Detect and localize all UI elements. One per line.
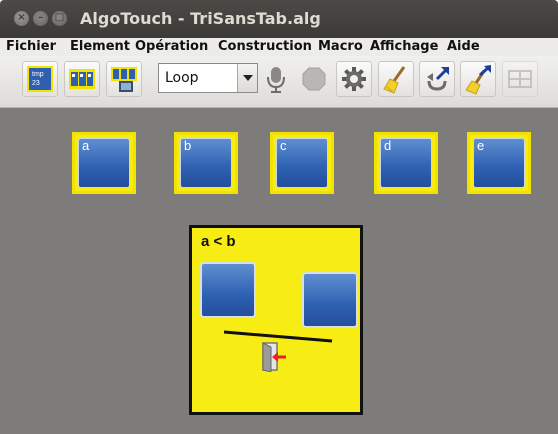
- new-variable-icon: tmp 23: [27, 66, 53, 92]
- new-array-icon: [69, 69, 95, 89]
- window-minimize-button[interactable]: –: [33, 11, 48, 26]
- exit-button[interactable]: [260, 342, 288, 373]
- loop-select-value: Loop: [165, 70, 199, 86]
- window-close-button[interactable]: ×: [14, 11, 29, 26]
- variable-b[interactable]: b: [174, 132, 238, 194]
- variable-name: b: [184, 138, 192, 153]
- undo-arrow-icon: [427, 67, 449, 91]
- menu-operation[interactable]: Opération: [135, 38, 208, 56]
- clean-button[interactable]: [378, 61, 414, 97]
- comparison-expression: a < b: [201, 233, 236, 250]
- minimize-icon: –: [38, 12, 43, 23]
- menu-aide[interactable]: Aide: [447, 38, 480, 56]
- window-title: AlgoTouch - TriSansTab.alg: [80, 9, 321, 28]
- menu-affichage[interactable]: Affichage: [370, 38, 438, 56]
- maximize-icon: □: [54, 12, 65, 23]
- clean-arrow-icon: [465, 65, 491, 95]
- loop-select[interactable]: Loop: [158, 63, 258, 93]
- comparison-right-operand[interactable]: [302, 272, 358, 328]
- variable-name: c: [280, 138, 287, 153]
- microphone-icon: [267, 67, 285, 93]
- svg-text:tmp: tmp: [32, 71, 44, 78]
- exit-door-icon: [262, 342, 286, 373]
- toolbar: tmp 23 Loop: [0, 56, 558, 108]
- disabled-tool-icon: [508, 70, 532, 88]
- loop-select-dropdown-button[interactable]: [237, 64, 257, 92]
- title-bar: × – □ AlgoTouch - TriSansTab.alg: [0, 0, 558, 38]
- comparison-left-operand[interactable]: [200, 262, 256, 318]
- undo-button[interactable]: [419, 61, 455, 97]
- chevron-down-icon: [243, 75, 253, 81]
- workspace-canvas[interactable]: a b c d e a < b: [0, 108, 558, 434]
- new-memory-icon: [111, 67, 137, 92]
- record-stop-icon: [302, 67, 326, 91]
- record-stop-button[interactable]: [296, 61, 332, 97]
- settings-button[interactable]: [336, 61, 372, 97]
- variable-name: d: [384, 138, 392, 153]
- microphone-button[interactable]: [258, 61, 294, 97]
- window-maximize-button[interactable]: □: [52, 11, 67, 26]
- new-array-button[interactable]: [64, 61, 100, 97]
- menu-fichier[interactable]: Fichier: [6, 38, 56, 56]
- variable-a[interactable]: a: [72, 132, 136, 194]
- comparison-block[interactable]: a < b: [189, 225, 363, 415]
- new-variable-button[interactable]: tmp 23: [22, 61, 58, 97]
- menu-bar: Fichier Element Opération Construction M…: [0, 38, 558, 56]
- gear-icon: [342, 67, 366, 91]
- variable-d[interactable]: d: [374, 132, 438, 194]
- variable-c[interactable]: c: [270, 132, 334, 194]
- variable-name: a: [82, 138, 90, 153]
- svg-text:23: 23: [32, 80, 40, 87]
- new-memory-button[interactable]: [106, 61, 142, 97]
- menu-element[interactable]: Element: [70, 38, 130, 56]
- variable-e[interactable]: e: [467, 132, 531, 194]
- clean-all-button[interactable]: [460, 61, 496, 97]
- disabled-tool-button[interactable]: [502, 61, 538, 97]
- broom-icon: [383, 66, 406, 94]
- close-icon: ×: [17, 12, 26, 23]
- variable-name: e: [477, 138, 485, 153]
- menu-construction[interactable]: Construction: [218, 38, 312, 56]
- menu-macro[interactable]: Macro: [318, 38, 363, 56]
